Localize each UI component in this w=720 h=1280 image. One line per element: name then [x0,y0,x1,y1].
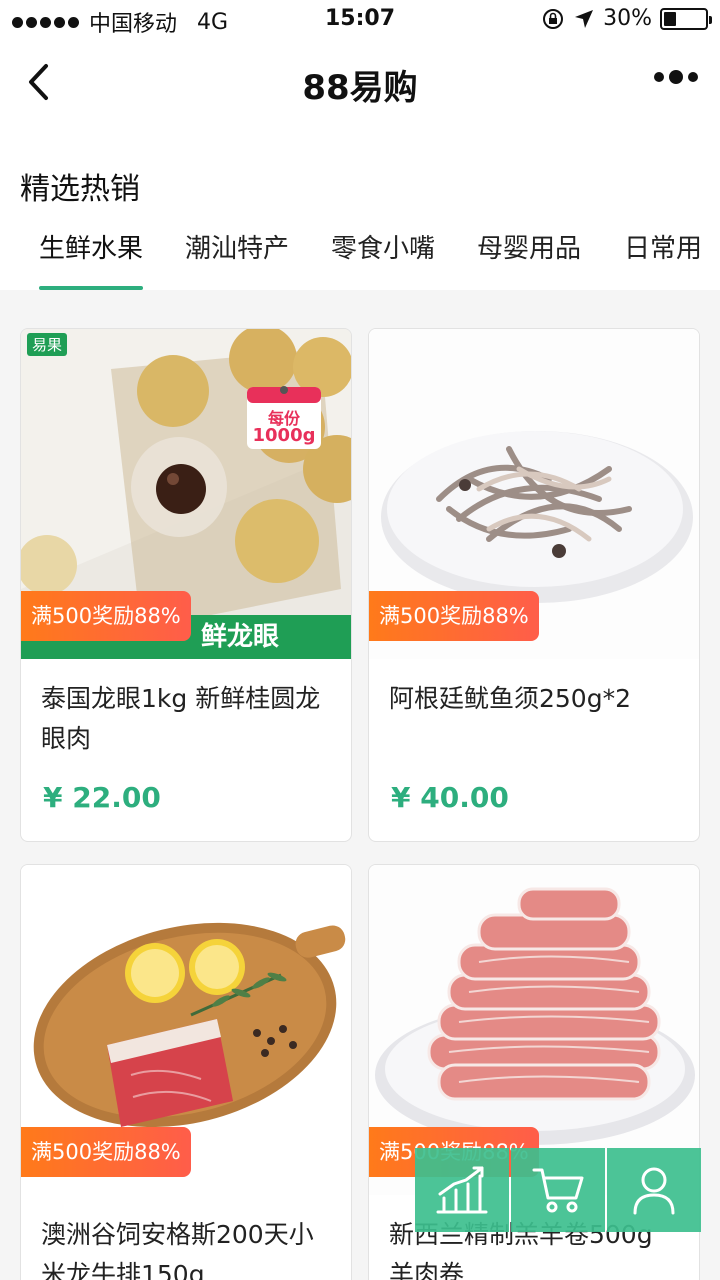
promo-badge: 满500奖励88% [21,591,191,641]
more-dot-icon [654,72,664,82]
tab-label: 生鲜水果 [39,234,144,264]
more-button[interactable] [654,70,698,84]
product-card[interactable]: 易果 每份 1000g 鲜龙眼 满500奖励88% 泰国龙眼1kg 新鲜桂圆龙眼… [20,328,352,842]
tab-baby-products[interactable]: 母婴用品 [477,228,581,290]
tab-label: 母婴用品 [477,234,582,264]
chart-icon [436,1166,488,1214]
product-card[interactable]: 满500奖励88% 阿根廷鱿鱼须250g*2 ¥ 40.00 [368,328,700,842]
user-icon [633,1167,675,1215]
tab-active-indicator [39,286,144,290]
banner-text: 鲜龙眼 [201,622,280,652]
tab-daily-use[interactable]: 日常用 [624,228,702,290]
rotation-lock-icon [543,8,564,29]
tab-snacks[interactable]: 零食小嘴 [331,228,435,290]
tab-label: 日常用 [624,234,703,264]
battery-icon [660,7,712,30]
tab-label: 潮汕特产 [185,234,290,264]
more-dot-icon [688,72,698,82]
weight-tag-value: 1000g [252,425,316,446]
more-dot-icon [669,70,683,84]
tab-fresh-fruit[interactable]: 生鲜水果 [39,228,144,290]
nav-bar: 88易购 [0,40,720,124]
cart-button[interactable] [511,1148,605,1232]
page-title: 88易购 [302,68,418,108]
status-bar: 中国移动 4G 15:07 30% [0,0,720,40]
tab-chaoshan-specialty[interactable]: 潮汕特产 [185,228,289,290]
category-tabs: 生鲜水果 潮汕特产 零食小嘴 母婴用品 日常用 [0,224,720,290]
status-right: 30% [541,6,712,31]
cart-icon [532,1168,584,1213]
product-name: 泰国龙眼1kg 新鲜桂圆龙眼肉 [41,684,321,753]
product-card[interactable]: 满500奖励88% 澳洲谷饲安格斯200天小米龙牛排150g [20,864,352,1280]
brand-logo: 易果 [27,333,68,356]
product-name: 阿根廷鱿鱼须250g*2 [389,684,631,713]
product-price: ¥ 22.00 [43,781,161,814]
stats-button[interactable] [415,1148,509,1232]
section-title: 精选热销 [20,172,140,207]
location-arrow-icon [575,9,594,28]
promo-badge: 满500奖励88% [21,1127,191,1177]
profile-button[interactable] [607,1148,701,1232]
battery-percent: 30% [603,6,652,31]
promo-badge: 满500奖励88% [369,591,539,641]
product-price: ¥ 40.00 [391,781,509,814]
section-header: 精选热销 生鲜水果 潮汕特产 零食小嘴 母婴用品 日常用 [0,124,720,290]
product-name: 澳洲谷饲安格斯200天小米龙牛排150g [41,1220,314,1280]
floating-action-bar [415,1148,701,1232]
tab-label: 零食小嘴 [331,234,436,264]
